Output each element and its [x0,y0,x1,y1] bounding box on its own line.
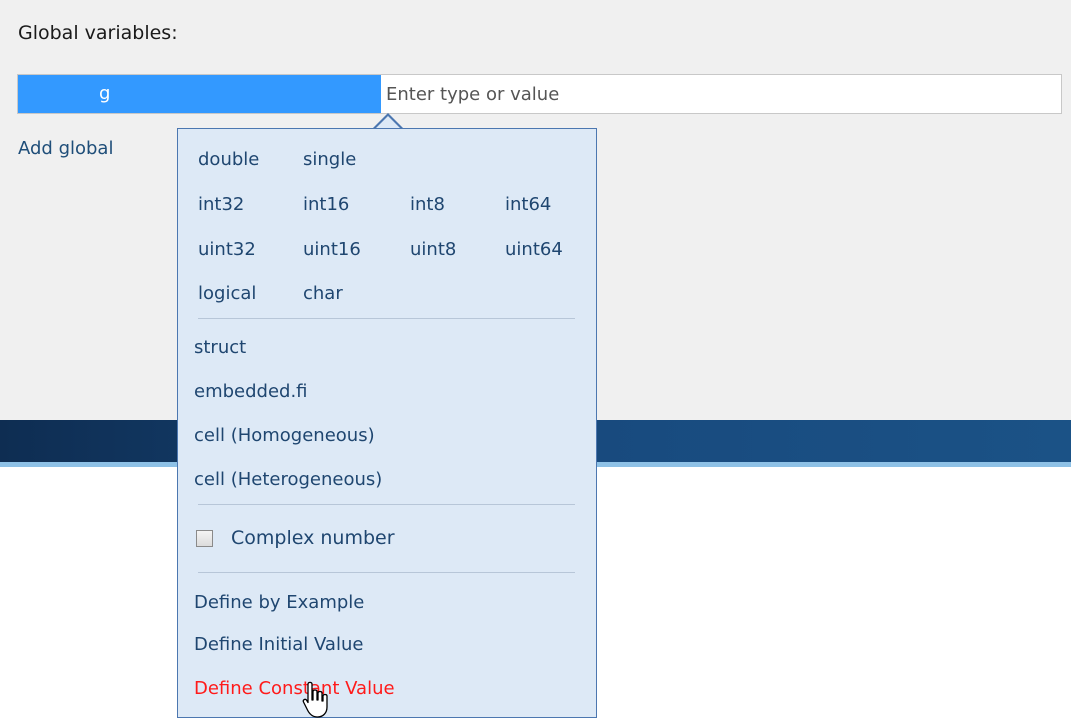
define-initial-value[interactable]: Define Initial Value [194,634,363,655]
type-int32[interactable]: int32 [198,194,244,215]
type-uint32[interactable]: uint32 [198,239,256,260]
type-int16[interactable]: int16 [303,194,349,215]
type-int8[interactable]: int8 [410,194,445,215]
divider [198,318,575,319]
type-uint8[interactable]: uint8 [410,239,456,260]
type-cell-homogeneous[interactable]: cell (Homogeneous) [194,425,375,446]
divider [198,504,575,505]
complex-number-label: Complex number [231,527,395,549]
type-cell-heterogeneous[interactable]: cell (Heterogeneous) [194,469,382,490]
hand-pointer-icon [302,681,328,718]
type-input[interactable] [382,75,1060,113]
section-title: Global variables: [18,22,178,44]
type-selection-popup: double single int32 int16 int8 int64 uin… [177,128,597,718]
define-by-example[interactable]: Define by Example [194,592,364,613]
type-struct[interactable]: struct [194,337,246,358]
type-int64[interactable]: int64 [505,194,551,215]
divider [198,572,575,573]
type-logical[interactable]: logical [198,283,256,304]
type-char[interactable]: char [303,283,343,304]
define-constant-value[interactable]: Define Constant Value [194,678,395,699]
variable-name: g [99,83,111,104]
type-double[interactable]: double [198,149,259,170]
add-global-link[interactable]: Add global [18,138,113,159]
variable-name-cell[interactable]: g [18,75,381,113]
type-single[interactable]: single [303,149,356,170]
type-uint16[interactable]: uint16 [303,239,361,260]
global-variable-row: g [17,74,1062,114]
checkbox-box[interactable] [196,530,213,547]
type-uint64[interactable]: uint64 [505,239,563,260]
type-embedded-fi[interactable]: embedded.fi [194,381,308,402]
